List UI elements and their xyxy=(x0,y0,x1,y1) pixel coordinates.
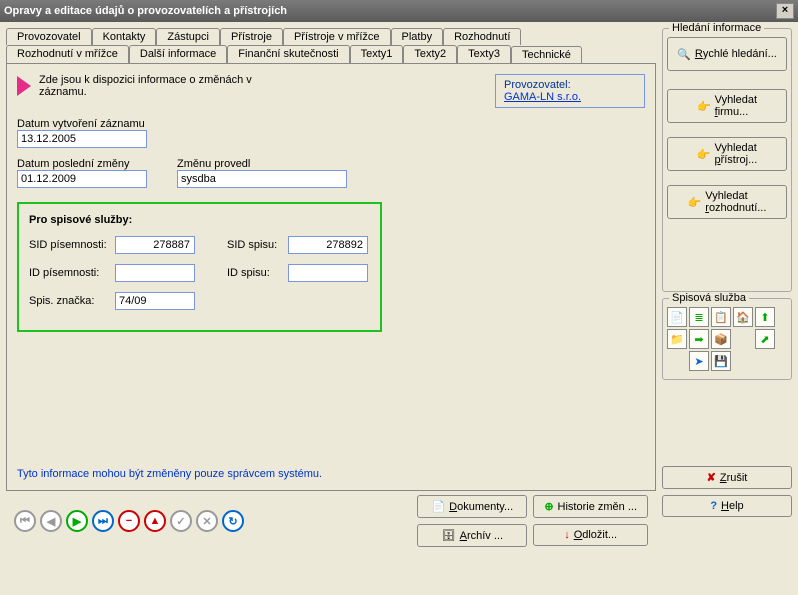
x-icon: ✘ xyxy=(707,471,716,484)
cancel-button[interactable]: ✘ Zrušit xyxy=(662,466,792,489)
tb-go-icon[interactable]: ➡ xyxy=(689,329,709,349)
nav-cancel[interactable]: ✕ xyxy=(196,510,218,532)
document-icon: 📄 xyxy=(431,500,445,513)
defer-button[interactable]: ↓ Odložit... xyxy=(533,524,648,546)
nav-delete[interactable]: − xyxy=(118,510,140,532)
pointer-icon: 👉 xyxy=(688,196,702,209)
info-text: Zde jsou k dispozici informace o změnách… xyxy=(39,74,299,98)
quick-search-button[interactable]: 🔍 Rychlé hledání... xyxy=(667,37,787,71)
tab-zastupci[interactable]: Zástupci xyxy=(156,28,220,45)
tb-folder-icon[interactable]: 📁 xyxy=(667,329,687,349)
search-group-title: Hledání informace xyxy=(669,22,764,34)
input-modified[interactable] xyxy=(17,170,147,188)
find-device-button[interactable]: 👉 Vyhledatpřístroj... xyxy=(667,137,787,171)
search-icon: 🔍 xyxy=(677,48,691,61)
tb-box-icon[interactable]: 📦 xyxy=(711,329,731,349)
label-sid-pisemnosti: SID písemnosti: xyxy=(29,239,109,251)
btn-docs-rest: okumenty... xyxy=(457,501,513,513)
find-decision-button[interactable]: 👉 Vyhledatrozhodnutí... xyxy=(667,185,787,219)
label-id-pisemnosti: ID písemnosti: xyxy=(29,267,109,279)
input-changed-by[interactable] xyxy=(177,170,347,188)
tab-provozovatel[interactable]: Provozovatel xyxy=(6,28,92,45)
find-company-button[interactable]: 👉 Vyhledatfirmu... xyxy=(667,89,787,123)
tab-texty2[interactable]: Texty2 xyxy=(403,45,457,63)
tb-home-icon[interactable]: 🏠 xyxy=(733,307,753,327)
tb-disk-icon[interactable]: 💾 xyxy=(711,351,731,371)
pointer-icon: 👉 xyxy=(697,148,711,161)
input-id-spisu[interactable] xyxy=(288,264,368,282)
provozovatel-label: Provozovatel: xyxy=(504,79,636,91)
history-button[interactable]: ⊕ Historie změn ... xyxy=(533,495,648,518)
tb-send-icon[interactable]: ⬈ xyxy=(755,329,775,349)
tab-platby[interactable]: Platby xyxy=(391,28,444,45)
tab-kontakty[interactable]: Kontakty xyxy=(92,28,157,45)
help-icon: ? xyxy=(710,500,717,512)
label-id-spisu: ID spisu: xyxy=(227,267,282,279)
nav-up[interactable]: ▲ xyxy=(144,510,166,532)
nav-prev[interactable]: ◀ xyxy=(40,510,62,532)
tab-texty3[interactable]: Texty3 xyxy=(457,45,511,63)
label-created: Datum vytvoření záznamu xyxy=(17,118,645,130)
input-spis-znacka[interactable] xyxy=(115,292,195,310)
label-modified: Datum poslední změny xyxy=(17,158,147,170)
down-arrow-icon: ↓ xyxy=(564,529,570,541)
label-spis-znacka: Spis. značka: xyxy=(29,295,109,307)
tab-texty1[interactable]: Texty1 xyxy=(350,45,404,63)
close-button[interactable]: × xyxy=(776,3,794,19)
tb-copy-icon[interactable]: 📋 xyxy=(711,307,731,327)
tab-financni[interactable]: Finanční skutečnosti xyxy=(227,45,349,63)
archive-icon: 🗄 xyxy=(442,529,456,542)
spis-group-title: Spisová služba xyxy=(669,292,749,304)
archive-button[interactable]: 🗄 Archív ... xyxy=(417,524,527,547)
nav-last[interactable]: ⏭ xyxy=(92,510,114,532)
input-sid-spisu[interactable] xyxy=(288,236,368,254)
arrow-icon xyxy=(17,76,31,96)
input-created[interactable] xyxy=(17,130,147,148)
provozovatel-link[interactable]: GAMA-LN s.r.o. xyxy=(504,91,636,103)
tab-technicke[interactable]: Technické xyxy=(511,46,582,64)
pointer-icon: 👉 xyxy=(697,100,711,113)
footnote: Tyto informace mohou být změněny pouze s… xyxy=(17,468,322,480)
input-sid-pisemnosti[interactable] xyxy=(115,236,195,254)
tb-right-icon[interactable]: ➤ xyxy=(689,351,709,371)
window-title: Opravy a editace údajů o provozovatelích… xyxy=(4,5,287,17)
nav-refresh[interactable]: ↻ xyxy=(222,510,244,532)
nav-ok[interactable]: ✓ xyxy=(170,510,192,532)
plus-icon: ⊕ xyxy=(544,500,553,513)
nav-first[interactable]: ⏮ xyxy=(14,510,36,532)
spisove-sluzby-box: Pro spisové služby: SID písemnosti: SID … xyxy=(17,202,382,332)
tb-new-icon[interactable]: 📄 xyxy=(667,307,687,327)
documents-button[interactable]: 📄 Dokumenty... xyxy=(417,495,527,518)
label-sid-spisu: SID spisu: xyxy=(227,239,282,251)
tab-rozhodnuti-mrizce[interactable]: Rozhodnutí v mřížce xyxy=(6,45,129,63)
label-changed-by: Změnu provedl xyxy=(177,158,347,170)
tb-list-icon[interactable]: ≣ xyxy=(689,307,709,327)
help-button[interactable]: ? Help xyxy=(662,495,792,517)
tab-dalsi-informace[interactable]: Další informace xyxy=(129,45,227,63)
tab-pristroje[interactable]: Přístroje xyxy=(220,28,283,45)
tb-up-icon[interactable]: ⬆ xyxy=(755,307,775,327)
nav-next[interactable]: ▶ xyxy=(66,510,88,532)
box-title: Pro spisové služby: xyxy=(29,214,370,226)
provozovatel-box: Provozovatel: GAMA-LN s.r.o. xyxy=(495,74,645,108)
tab-rozhodnuti[interactable]: Rozhodnutí xyxy=(443,28,521,45)
input-id-pisemnosti[interactable] xyxy=(115,264,195,282)
tab-pristroje-mrizce[interactable]: Přístroje v mřížce xyxy=(283,28,391,45)
